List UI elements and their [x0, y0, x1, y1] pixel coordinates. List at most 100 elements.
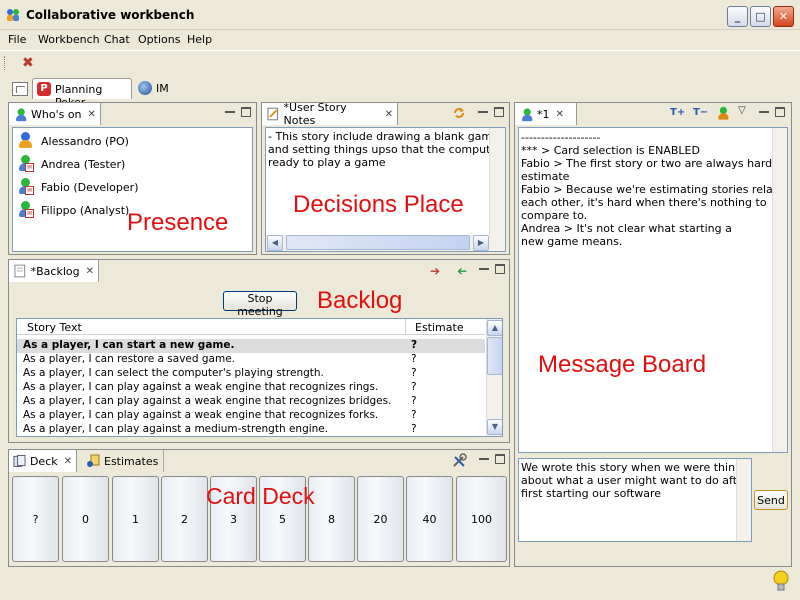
maximize-button[interactable]: □: [750, 6, 771, 27]
perspective-im[interactable]: IM: [136, 78, 196, 99]
user-name: Fabio (Developer): [41, 181, 139, 194]
close-icon[interactable]: ✕: [88, 109, 96, 120]
table-row[interactable]: As a player, I can select the computer's…: [17, 367, 485, 381]
estimate-value: ?: [411, 367, 417, 379]
menu-workbench[interactable]: Workbench: [38, 33, 100, 46]
vertical-scrollbar[interactable]: ▲ ▼: [486, 319, 502, 436]
move-right-icon[interactable]: ➔: [430, 264, 444, 278]
card-2[interactable]: 2: [161, 476, 208, 562]
menu-options[interactable]: Options: [138, 33, 180, 46]
table-header: Story Text Estimate: [17, 319, 485, 335]
view-menu-icon[interactable]: ▽: [738, 105, 746, 116]
tab-whos-on[interactable]: Who's on ✕: [9, 103, 101, 125]
card-40[interactable]: 40: [406, 476, 453, 562]
presence-overlay-label: Presence: [127, 209, 229, 236]
scroll-right-icon[interactable]: ▶: [473, 235, 489, 251]
minimize-view-icon[interactable]: [479, 264, 489, 270]
user-icon: ✉: [17, 178, 34, 196]
maximize-view-icon[interactable]: [494, 107, 504, 117]
close-icon[interactable]: ✕: [556, 109, 564, 120]
sync-icon[interactable]: [452, 106, 466, 120]
toolbar: ✖: [0, 50, 800, 75]
estimate-value: ?: [411, 353, 417, 365]
scroll-left-icon[interactable]: ◀: [267, 235, 283, 251]
list-item[interactable]: ✉ Filippo (Analyst): [17, 201, 129, 222]
message-input[interactable]: We wrote this story when we were thinkin…: [518, 458, 752, 542]
list-item[interactable]: ✉ Andrea (Tester): [17, 155, 125, 176]
column-story-text[interactable]: Story Text: [27, 321, 82, 334]
product-owner-icon: [17, 132, 33, 150]
view-header: *User Story Notes ✕: [262, 101, 509, 127]
tab-chat[interactable]: *1 ✕: [515, 103, 577, 125]
stop-meeting-button[interactable]: Stop meeting: [223, 291, 297, 318]
scroll-thumb[interactable]: [487, 337, 502, 375]
table-row[interactable]: As a player, I can restore a saved game.…: [17, 353, 485, 367]
table-row[interactable]: As a player, I can play against a weak e…: [17, 409, 485, 423]
menu-chat[interactable]: Chat: [104, 33, 130, 46]
minimize-view-icon[interactable]: [479, 454, 489, 460]
close-icon[interactable]: ✕: [86, 266, 94, 277]
maximize-view-icon[interactable]: [241, 107, 251, 117]
view-header: Deck ✕ Estimates: [9, 450, 509, 472]
user-name: Andrea (Tester): [41, 158, 126, 171]
font-increase-icon[interactable]: T+: [670, 107, 685, 118]
close-icon[interactable]: ✕: [385, 109, 393, 120]
tools-icon[interactable]: [451, 453, 467, 469]
card-1[interactable]: 1: [112, 476, 159, 562]
move-left-icon[interactable]: ➔: [453, 264, 467, 278]
menu-bar: File Workbench Chat Options Help: [0, 31, 800, 49]
estimates-icon: [87, 454, 100, 467]
decisions-place-overlay-label: Decisions Place: [293, 191, 464, 218]
deck-icon: [13, 454, 26, 468]
table-row[interactable]: As a player, I can play against a medium…: [17, 423, 485, 436]
close-button[interactable]: ✕: [773, 6, 794, 27]
column-estimate[interactable]: Estimate: [415, 321, 464, 334]
perspective-planning-poker[interactable]: P Planning Poker: [32, 78, 132, 109]
whos-on-view: Who's on ✕ Alessandro (PO) ✉ Andrea (Tes…: [8, 102, 257, 255]
tab-label: Deck: [29, 454, 58, 468]
estimate-value: ?: [411, 409, 417, 421]
list-item[interactable]: ✉ Fabio (Developer): [17, 178, 138, 199]
disconnect-icon[interactable]: ✖: [22, 55, 38, 71]
minimize-view-icon[interactable]: [478, 107, 488, 113]
add-user-icon[interactable]: [717, 106, 730, 121]
maximize-view-icon[interactable]: [495, 454, 505, 464]
vertical-scrollbar[interactable]: [489, 128, 505, 235]
tab-deck[interactable]: Deck ✕: [9, 450, 77, 472]
minimize-view-icon[interactable]: [225, 107, 235, 113]
card-0[interactable]: 0: [62, 476, 109, 562]
scroll-up-icon[interactable]: ▲: [487, 320, 502, 336]
minimize-view-icon[interactable]: [759, 107, 769, 113]
vertical-scrollbar[interactable]: [772, 128, 787, 452]
message-input-text: We wrote this story when we were thinkin…: [521, 461, 752, 500]
toolbar-grip[interactable]: [4, 56, 7, 70]
open-perspective-icon[interactable]: [12, 82, 28, 96]
card-100[interactable]: 100: [456, 476, 507, 562]
card-20[interactable]: 20: [357, 476, 404, 562]
tab-user-story-notes[interactable]: *User Story Notes ✕: [262, 101, 398, 127]
scroll-thumb[interactable]: [286, 235, 470, 250]
card-8[interactable]: 8: [308, 476, 355, 562]
notes-textarea[interactable]: - This story include drawing a blank gam…: [265, 127, 506, 252]
tab-estimates[interactable]: Estimates: [82, 450, 164, 472]
estimate-value: ?: [411, 395, 417, 407]
font-decrease-icon[interactable]: T−: [693, 107, 708, 118]
card-question[interactable]: ?: [12, 476, 59, 562]
minimize-button[interactable]: _: [727, 6, 748, 27]
table-row[interactable]: As a player, I can play against a weak e…: [17, 395, 485, 409]
scroll-down-icon[interactable]: ▼: [487, 419, 502, 435]
horizontal-scrollbar[interactable]: ◀ ▶: [266, 235, 505, 251]
tab-backlog[interactable]: *Backlog ✕: [9, 260, 99, 282]
maximize-view-icon[interactable]: [775, 107, 785, 117]
lightbulb-icon[interactable]: [772, 570, 790, 592]
table-row[interactable]: As a player, I can play against a weak e…: [17, 381, 485, 395]
close-icon[interactable]: ✕: [64, 456, 72, 467]
list-item[interactable]: Alessandro (PO): [17, 132, 129, 153]
view-header: Who's on ✕: [9, 103, 256, 125]
maximize-view-icon[interactable]: [495, 264, 505, 274]
table-row[interactable]: As a player, I can start a new game. ?: [17, 339, 485, 353]
menu-file[interactable]: File: [8, 33, 26, 46]
menu-help[interactable]: Help: [187, 33, 212, 46]
vertical-scrollbar[interactable]: [736, 459, 751, 541]
send-button[interactable]: Send: [754, 490, 788, 510]
